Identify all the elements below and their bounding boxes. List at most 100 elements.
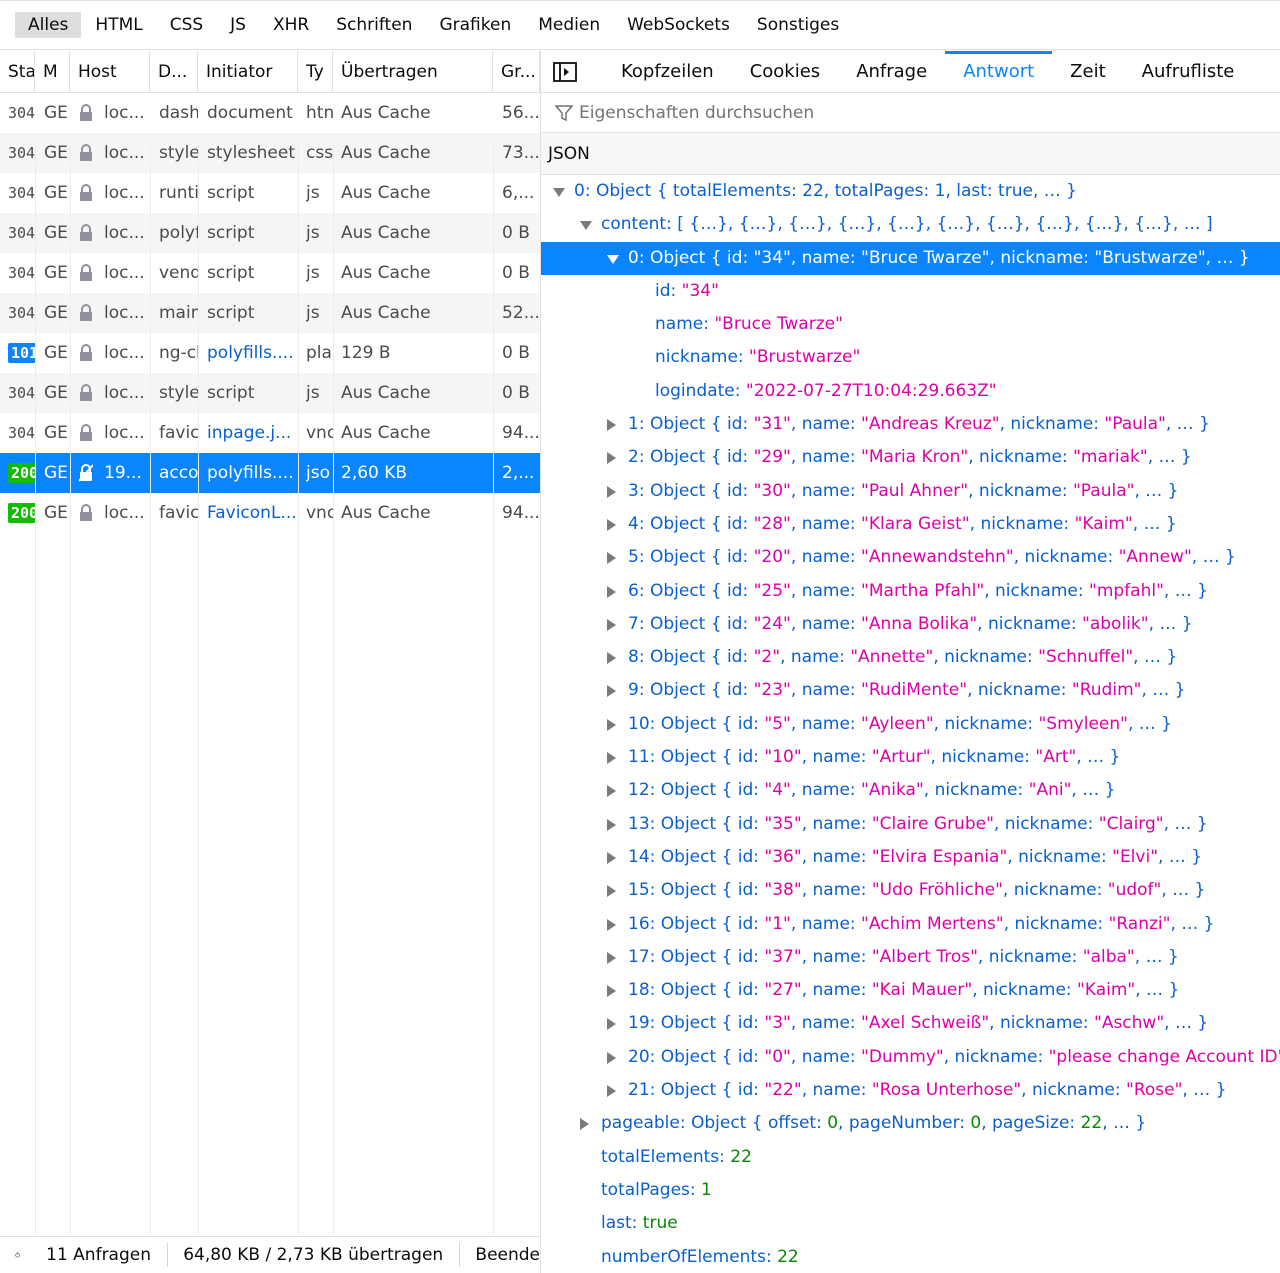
json-object-16[interactable]: 16: Object { id: "1", name: "Achim Merte… xyxy=(541,908,1280,941)
json-token: 19 xyxy=(628,1013,650,1034)
request-row[interactable]: 304 GE loc... style script js Aus Cache 0 B xyxy=(0,373,540,413)
column-header-3[interactable]: D... xyxy=(150,51,198,93)
details-tab-antwort[interactable]: Antwort xyxy=(945,51,1053,93)
collapse-arrow-icon[interactable] xyxy=(580,221,592,231)
expand-arrow-icon[interactable] xyxy=(607,485,616,498)
filter-properties-input[interactable] xyxy=(579,102,1179,123)
json-field-id[interactable]: id: "34" xyxy=(541,275,1280,308)
filter-tab-6[interactable]: Grafiken xyxy=(426,12,524,38)
column-header-4[interactable]: Initiator xyxy=(198,51,298,93)
expand-arrow-icon[interactable] xyxy=(607,652,616,665)
expand-arrow-icon[interactable] xyxy=(607,618,616,631)
request-row[interactable]: 304 GE loc... favic inpage.j... vnc Aus Cache 9… xyxy=(0,413,540,453)
json-field-total-1[interactable]: totalPages: 1 xyxy=(541,1174,1280,1207)
details-tab-anfrage[interactable]: Anfrage xyxy=(838,51,945,93)
expand-arrow-icon[interactable] xyxy=(607,1085,616,1098)
expand-arrow-icon[interactable] xyxy=(607,718,616,731)
json-object-0[interactable]: 0: Object { id: "34", name: "Bruce Twarz… xyxy=(541,241,1280,275)
column-header-2[interactable]: Host xyxy=(70,51,150,93)
json-object-13[interactable]: 13: Object { id: "35", name: "Claire Gru… xyxy=(541,808,1280,841)
details-tab-cookies[interactable]: Cookies xyxy=(732,51,838,93)
json-object-20[interactable]: 20: Object { id: "0", name: "Dummy", nic… xyxy=(541,1041,1280,1074)
expand-arrow-icon[interactable] xyxy=(607,585,616,598)
json-object-12[interactable]: 12: Object { id: "4", name: "Anika", nic… xyxy=(541,774,1280,807)
request-row[interactable]: 304 GE loc... vend script js Aus Cache 0 B xyxy=(0,253,540,293)
expand-arrow-icon[interactable] xyxy=(607,419,616,432)
json-object-6[interactable]: 6: Object { id: "25", name: "Martha Pfah… xyxy=(541,575,1280,608)
json-field-total-0[interactable]: totalElements: 22 xyxy=(541,1141,1280,1174)
json-object-4[interactable]: 4: Object { id: "28", name: "Klara Geist… xyxy=(541,508,1280,541)
filter-tab-5[interactable]: Schriften xyxy=(323,12,425,38)
json-object-5[interactable]: 5: Object { id: "20", name: "Annewandste… xyxy=(541,541,1280,574)
filter-tab-4[interactable]: XHR xyxy=(260,12,322,38)
json-token: "Andreas Kreuz" xyxy=(861,414,1000,435)
toggle-sidebar-icon[interactable] xyxy=(553,61,577,82)
json-field-name[interactable]: name: "Bruce Twarze" xyxy=(541,308,1280,341)
json-field-nickname[interactable]: nickname: "Brustwarze" xyxy=(541,341,1280,374)
stopwatch-icon[interactable] xyxy=(15,1242,20,1268)
request-row[interactable]: 304 GE loc... dash document htn Aus Cache 56... xyxy=(0,93,540,133)
details-tab-aufrufliste[interactable]: Aufrufliste xyxy=(1124,51,1253,93)
json-object-14[interactable]: 14: Object { id: "36", name: "Elvira Esp… xyxy=(541,841,1280,874)
expand-arrow-icon[interactable] xyxy=(607,452,616,465)
json-object-21[interactable]: 21: Object { id: "22", name: "Rosa Unter… xyxy=(541,1074,1280,1107)
filter-tab-1[interactable]: HTML xyxy=(82,12,155,38)
json-object-8[interactable]: 8: Object { id: "2", name: "Annette", ni… xyxy=(541,641,1280,674)
json-object-15[interactable]: 15: Object { id: "38", name: "Udo Fröhli… xyxy=(541,874,1280,907)
json-field-logindate[interactable]: logindate: "2022-07-27T10:04:29.663Z" xyxy=(541,375,1280,408)
filter-tab-7[interactable]: Medien xyxy=(525,12,613,38)
collapse-arrow-icon[interactable] xyxy=(553,188,565,197)
expand-arrow-icon[interactable] xyxy=(607,885,616,898)
column-header-7[interactable]: Gr... xyxy=(493,51,540,93)
json-object-7[interactable]: 7: Object { id: "24", name: "Anna Bolika… xyxy=(541,608,1280,641)
json-object-9[interactable]: 9: Object { id: "23", name: "RudiMente",… xyxy=(541,674,1280,707)
json-field-total-2[interactable]: last: true xyxy=(541,1207,1280,1240)
json-object-1[interactable]: 1: Object { id: "31", name: "Andreas Kre… xyxy=(541,408,1280,441)
json-section-header[interactable]: JSON xyxy=(541,133,1280,175)
request-row[interactable]: 200 GE 19... acco polyfills.... jso 2,60 KB 2,.… xyxy=(0,453,540,493)
request-row[interactable]: 304 GE loc... polyf script js Aus Cache 0 B xyxy=(0,213,540,253)
expand-arrow-icon[interactable] xyxy=(607,785,616,798)
json-object-18[interactable]: 18: Object { id: "27", name: "Kai Mauer"… xyxy=(541,974,1280,1007)
request-row[interactable]: 304 GE loc... style stylesheet css Aus Cache 73… xyxy=(0,133,540,173)
expand-arrow-icon[interactable] xyxy=(607,851,616,864)
expand-arrow-icon[interactable] xyxy=(607,752,616,765)
filter-tab-9[interactable]: Sonstiges xyxy=(744,12,852,38)
expand-arrow-icon[interactable] xyxy=(607,685,616,698)
json-object-2[interactable]: 2: Object { id: "29", name: "Maria Kron"… xyxy=(541,441,1280,474)
json-object-10[interactable]: 10: Object { id: "5", name: "Ayleen", ni… xyxy=(541,708,1280,741)
details-tab-kopfzeilen[interactable]: Kopfzeilen xyxy=(603,51,732,93)
json-field-total-3[interactable]: numberOfElements: 22 xyxy=(541,1241,1280,1273)
expand-arrow-icon[interactable] xyxy=(607,951,616,964)
filter-tab-3[interactable]: JS xyxy=(217,12,259,38)
json-root-node[interactable]: 0: Object { totalElements: 22, totalPage… xyxy=(541,175,1280,208)
expand-arrow-icon[interactable] xyxy=(607,818,616,831)
expand-arrow-icon[interactable] xyxy=(607,518,616,531)
expand-arrow-icon[interactable] xyxy=(607,552,616,565)
column-header-5[interactable]: Ty xyxy=(298,51,333,93)
filter-tab-2[interactable]: CSS xyxy=(157,12,216,38)
expand-arrow-icon[interactable] xyxy=(580,1118,589,1131)
expand-arrow-icon[interactable] xyxy=(607,1018,616,1031)
expand-arrow-icon[interactable] xyxy=(607,918,616,931)
request-row[interactable]: 101 GE loc... ng-cl polyfills.... pla 129 B 0 B xyxy=(0,333,540,373)
request-row[interactable]: 200 GE loc... favic FaviconL... vnc Aus Cache 9… xyxy=(0,493,540,533)
collapse-arrow-icon[interactable] xyxy=(607,254,619,264)
json-object-3[interactable]: 3: Object { id: "30", name: "Paul Ahner"… xyxy=(541,475,1280,508)
request-row[interactable]: 304 GE loc... main script js Aus Cache 52... xyxy=(0,293,540,333)
expand-arrow-icon[interactable] xyxy=(607,985,616,998)
column-header-0[interactable]: Sta xyxy=(0,51,35,93)
json-object-11[interactable]: 11: Object { id: "10", name: "Artur", ni… xyxy=(541,741,1280,774)
json-content-node[interactable]: content: [ {…}, {…}, {…}, {…}, {…}, {…},… xyxy=(541,208,1280,241)
column-header-6[interactable]: Übertragen xyxy=(333,51,493,93)
request-row[interactable]: 304 GE loc... runti script js Aus Cache 6,... xyxy=(0,173,540,213)
filter-tab-0[interactable]: Alles xyxy=(15,12,82,38)
details-tab-zeit[interactable]: Zeit xyxy=(1052,51,1123,93)
filter-tab-8[interactable]: WebSockets xyxy=(614,12,743,38)
json-object-17[interactable]: 17: Object { id: "37", name: "Albert Tro… xyxy=(541,941,1280,974)
json-object-19[interactable]: 19: Object { id: "3", name: "Axel Schwei… xyxy=(541,1007,1280,1040)
column-header-1[interactable]: M xyxy=(35,51,70,93)
json-pageable-node[interactable]: pageable: Object { offset: 0, pageNumber… xyxy=(541,1107,1280,1140)
json-token: 18 xyxy=(628,980,650,1001)
expand-arrow-icon[interactable] xyxy=(607,1051,616,1064)
